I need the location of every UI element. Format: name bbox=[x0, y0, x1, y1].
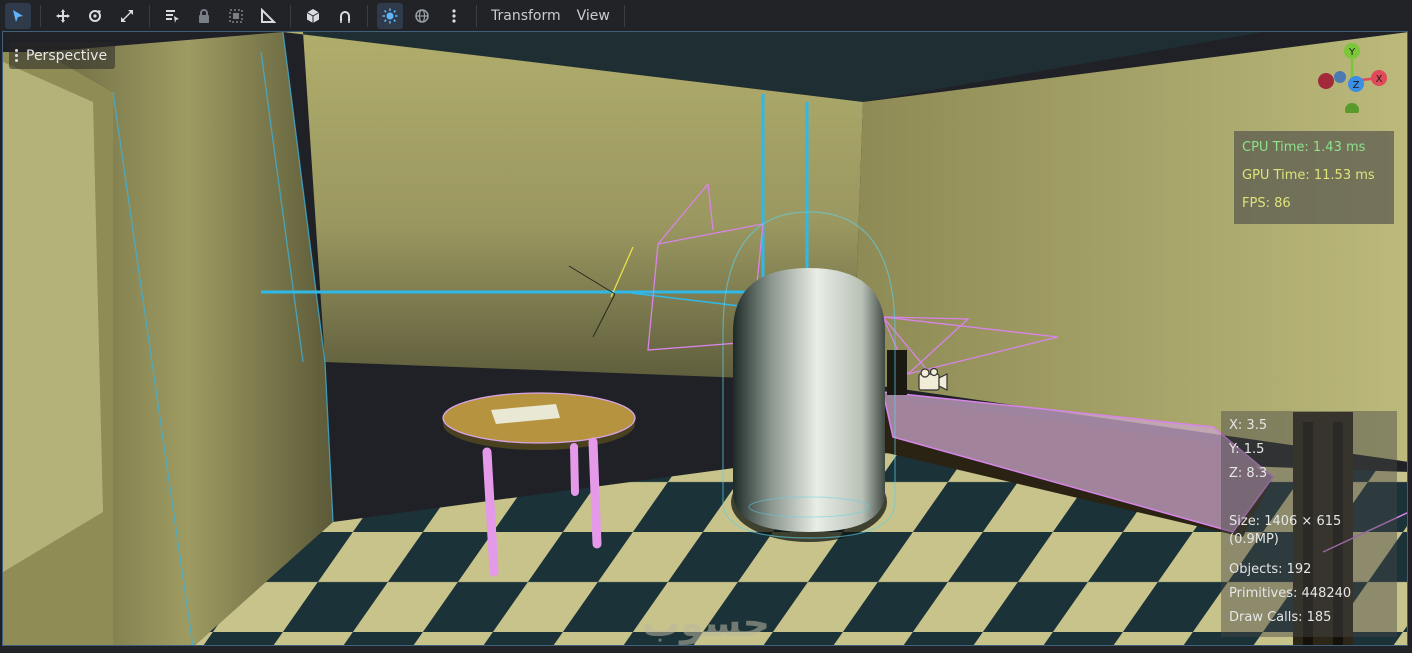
local-space-icon bbox=[306, 8, 320, 23]
bottom-panel-edge bbox=[0, 646, 1412, 653]
snap-button[interactable] bbox=[332, 3, 358, 29]
kebab-menu-icon bbox=[15, 49, 18, 62]
gizmo-neg-y[interactable] bbox=[1345, 103, 1359, 113]
sun-preview-button[interactable] bbox=[377, 2, 403, 29]
perspective-menu-button[interactable]: Perspective bbox=[9, 42, 116, 69]
lock-button[interactable] bbox=[191, 3, 217, 29]
draw-calls-text: Draw Calls: 185 bbox=[1229, 610, 1332, 625]
select-arrow-icon bbox=[13, 9, 23, 22]
toolbar-separator bbox=[40, 4, 41, 27]
fps-text: FPS: 86 bbox=[1242, 196, 1291, 211]
sun-preview-icon bbox=[382, 8, 398, 23]
list-select-button[interactable] bbox=[159, 3, 185, 29]
toolbar-separator bbox=[367, 4, 368, 27]
lock-icon bbox=[199, 8, 209, 23]
more-options-button[interactable] bbox=[441, 3, 467, 29]
gizmo-y-label: Y bbox=[1348, 47, 1356, 58]
view-menu[interactable]: View bbox=[569, 3, 618, 29]
scale-icon bbox=[121, 9, 133, 22]
performance-stats-panel: CPU Time: 1.43 ms GPU Time: 11.53 ms FPS… bbox=[1234, 131, 1394, 224]
group-button[interactable] bbox=[223, 3, 249, 29]
rotate-icon bbox=[89, 9, 101, 22]
toolbar-separator bbox=[623, 4, 625, 27]
environment-preview-icon bbox=[415, 8, 429, 23]
camera-y-text: Y: 1.5 bbox=[1229, 442, 1265, 457]
gizmo-neg-x[interactable] bbox=[1318, 73, 1334, 89]
toolbar-separator bbox=[149, 4, 150, 27]
watermark-text: حسوب bbox=[642, 601, 770, 645]
camera-z-text: Z: 8.3 bbox=[1229, 466, 1268, 481]
more-options-icon bbox=[452, 8, 456, 23]
gizmo-x-label: X bbox=[1376, 74, 1383, 85]
scale-tool-button[interactable] bbox=[114, 3, 140, 29]
transform-menu[interactable]: Transform bbox=[483, 3, 569, 29]
viewport-size-text: Size: 1406 × 615 (0.9MP) bbox=[1229, 514, 1342, 547]
editor-toolbar: Transform View bbox=[0, 0, 1412, 31]
move-tool-button[interactable] bbox=[50, 3, 76, 29]
ruler-button[interactable] bbox=[255, 3, 281, 29]
primitives-count-text: Primitives: 448240 bbox=[1229, 586, 1352, 601]
cpu-time-text: CPU Time: 1.43 ms bbox=[1242, 140, 1366, 155]
camera-x-text: X: 3.5 bbox=[1229, 418, 1268, 433]
scene-render: حسوب bbox=[3, 32, 1407, 645]
objects-count-text: Objects: 192 bbox=[1229, 562, 1312, 577]
local-space-button[interactable] bbox=[300, 3, 326, 29]
perspective-label: Perspective bbox=[26, 47, 108, 64]
select-tool-button[interactable] bbox=[5, 2, 31, 29]
rotate-tool-button[interactable] bbox=[82, 3, 108, 29]
toolbar-separator bbox=[290, 4, 291, 27]
list-select-icon bbox=[166, 9, 179, 23]
ruler-icon bbox=[261, 7, 276, 23]
3d-viewport[interactable]: حسوب Perspective Y X Z CPU Time: 1.43 ms… bbox=[2, 31, 1408, 646]
snap-icon bbox=[340, 10, 350, 23]
view-orientation-gizmo[interactable]: Y X Z bbox=[1316, 41, 1388, 113]
gizmo-neg-z[interactable] bbox=[1334, 71, 1346, 83]
gpu-time-text: GPU Time: 11.53 ms bbox=[1242, 168, 1375, 183]
environment-preview-button[interactable] bbox=[409, 3, 435, 29]
move-icon bbox=[56, 8, 70, 23]
viewport-info-panel: X: 3.5 Y: 1.5 Z: 8.3 Size: 1406 × 615 (0… bbox=[1221, 411, 1397, 637]
gizmo-z-label: Z bbox=[1353, 80, 1360, 91]
group-icon bbox=[229, 8, 243, 23]
toolbar-separator bbox=[476, 4, 477, 27]
